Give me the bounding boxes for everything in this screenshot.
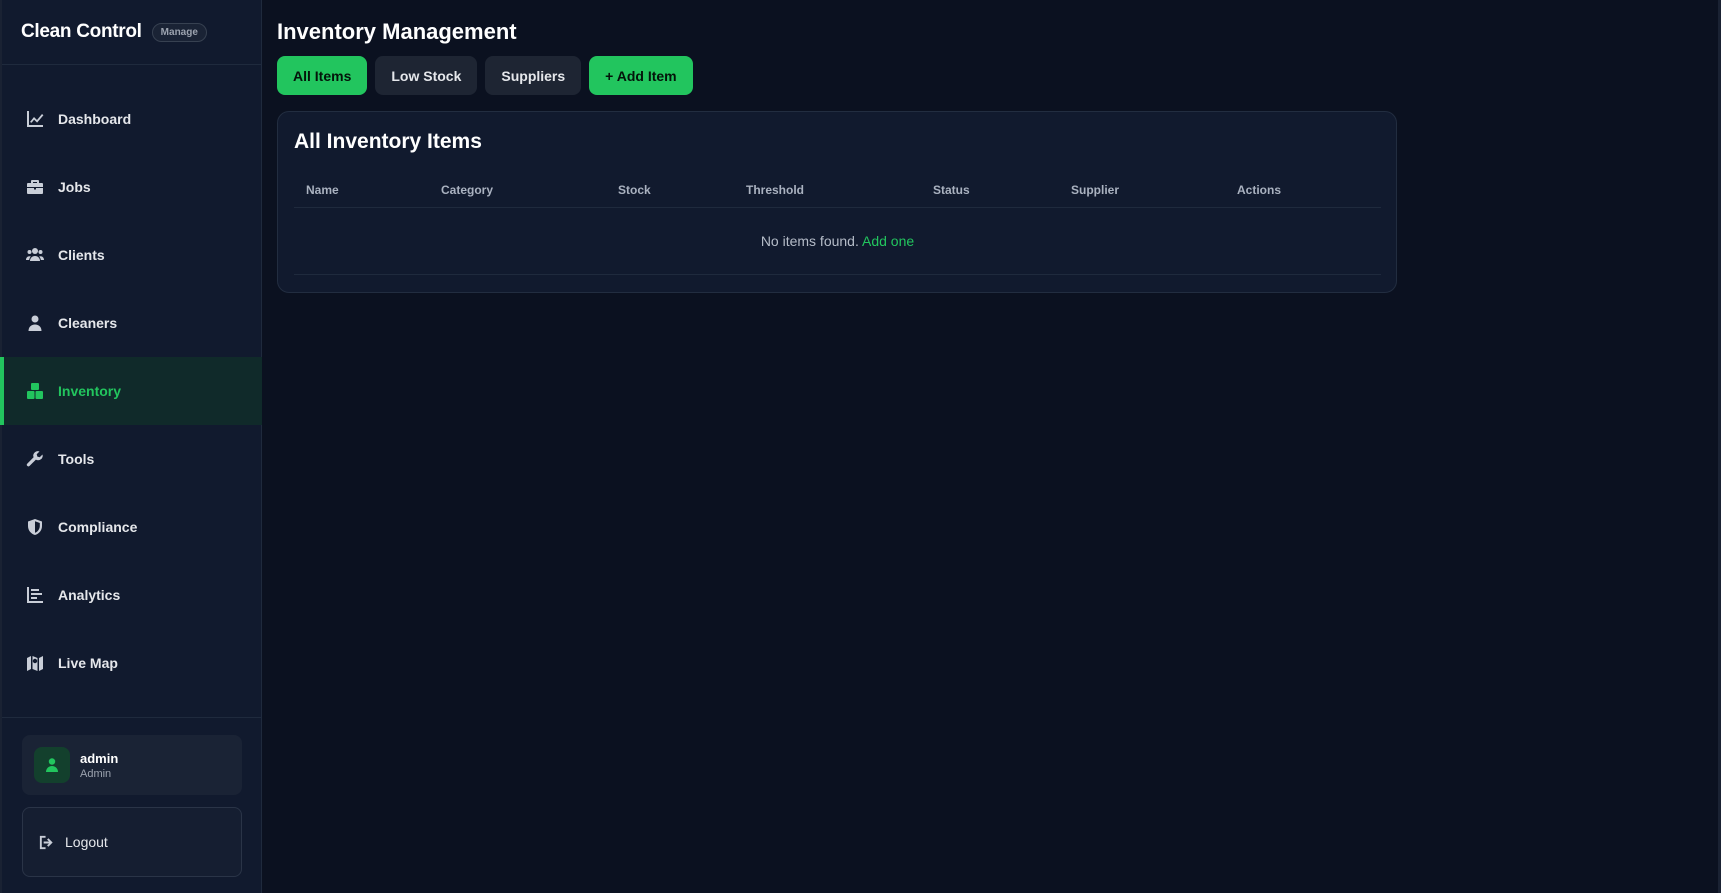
sidebar-item-analytics[interactable]: Analytics [2,561,262,629]
page-title: Inventory Management [277,19,517,44]
user-icon [46,758,58,772]
sidebar-item-jobs[interactable]: Jobs [2,153,262,221]
sidebar-item-label: Inventory [58,383,122,399]
empty-state: No items found. Add one [294,207,1381,275]
card-title: All Inventory Items [294,130,482,153]
sidebar-item-label: Clients [58,247,105,263]
sidebar-item-label: Analytics [58,587,121,603]
user-card[interactable]: admin Admin [22,735,242,795]
empty-state-text: No items found. [760,232,859,249]
shield-icon [26,518,44,536]
column-header-name: Name [294,174,429,208]
sidebar-item-label: Tools [58,451,95,467]
avatar [34,747,70,783]
sidebar-item-label: Live Map [58,655,118,671]
column-header-threshold: Threshold [734,174,921,208]
logout-label: Logout [65,834,108,850]
sidebar-item-label: Compliance [58,519,138,535]
sidebar-item-dashboard[interactable]: Dashboard [2,85,262,153]
sidebar-item-compliance[interactable]: Compliance [2,493,262,561]
table-header-row: Name Category Stock Threshold Status Sup… [294,174,1381,208]
sidebar: Clean Control Manage Dashboard Jobs Clie… [0,0,262,893]
sidebar-item-label: Jobs [58,179,91,195]
sidebar-item-inventory[interactable]: Inventory [0,357,262,425]
bar-chart-icon [26,586,44,604]
user-role: Admin [80,767,112,780]
user-tie-icon [26,314,44,332]
inventory-card: All Inventory Items Name Category Stock … [277,111,1397,293]
tab-suppliers[interactable]: Suppliers [485,56,582,95]
user-info: admin Admin [80,751,118,780]
add-one-link[interactable]: Add one [862,233,914,249]
manage-badge[interactable]: Manage [151,22,207,42]
wrench-icon [26,450,44,468]
user-name: admin [80,750,119,766]
table-row: No items found. Add one [294,207,1381,275]
sidebar-item-clients[interactable]: Clients [2,221,262,289]
column-header-stock: Stock [606,174,734,208]
brand-name: Clean Control [21,21,142,42]
sidebar-item-label: Dashboard [58,111,132,127]
tab-low-stock[interactable]: Low Stock [375,56,478,95]
logout-icon [39,835,53,849]
map-icon [26,654,44,672]
sidebar-item-cleaners[interactable]: Cleaners [2,289,262,357]
boxes-icon [26,382,44,400]
sidebar-item-live-map[interactable]: Live Map [2,629,262,697]
column-header-category: Category [429,174,606,208]
column-header-status: Status [921,174,1059,208]
brand-header: Clean Control Manage [2,0,262,65]
sidebar-item-label: Cleaners [58,315,118,331]
chart-line-icon [26,110,44,128]
briefcase-icon [26,178,44,196]
logout-button[interactable]: Logout [22,807,242,877]
app-window: Clean Control Manage Dashboard Jobs Clie… [0,0,1721,893]
tab-all-items[interactable]: All Items [277,56,368,95]
users-icon [26,246,44,264]
inventory-table: Name Category Stock Threshold Status Sup… [294,174,1381,275]
sidebar-footer: admin Admin Logout [2,717,262,893]
column-header-actions: Actions [1225,174,1381,208]
inventory-tabs: All Items Low Stock Suppliers + Add Item [277,56,693,95]
column-header-supplier: Supplier [1059,174,1225,208]
main-content: Inventory Management All Items Low Stock… [262,0,1721,893]
add-item-button[interactable]: + Add Item [589,56,693,95]
sidebar-nav: Dashboard Jobs Clients Cleaners Inventor… [0,85,262,697]
sidebar-item-tools[interactable]: Tools [2,425,262,493]
